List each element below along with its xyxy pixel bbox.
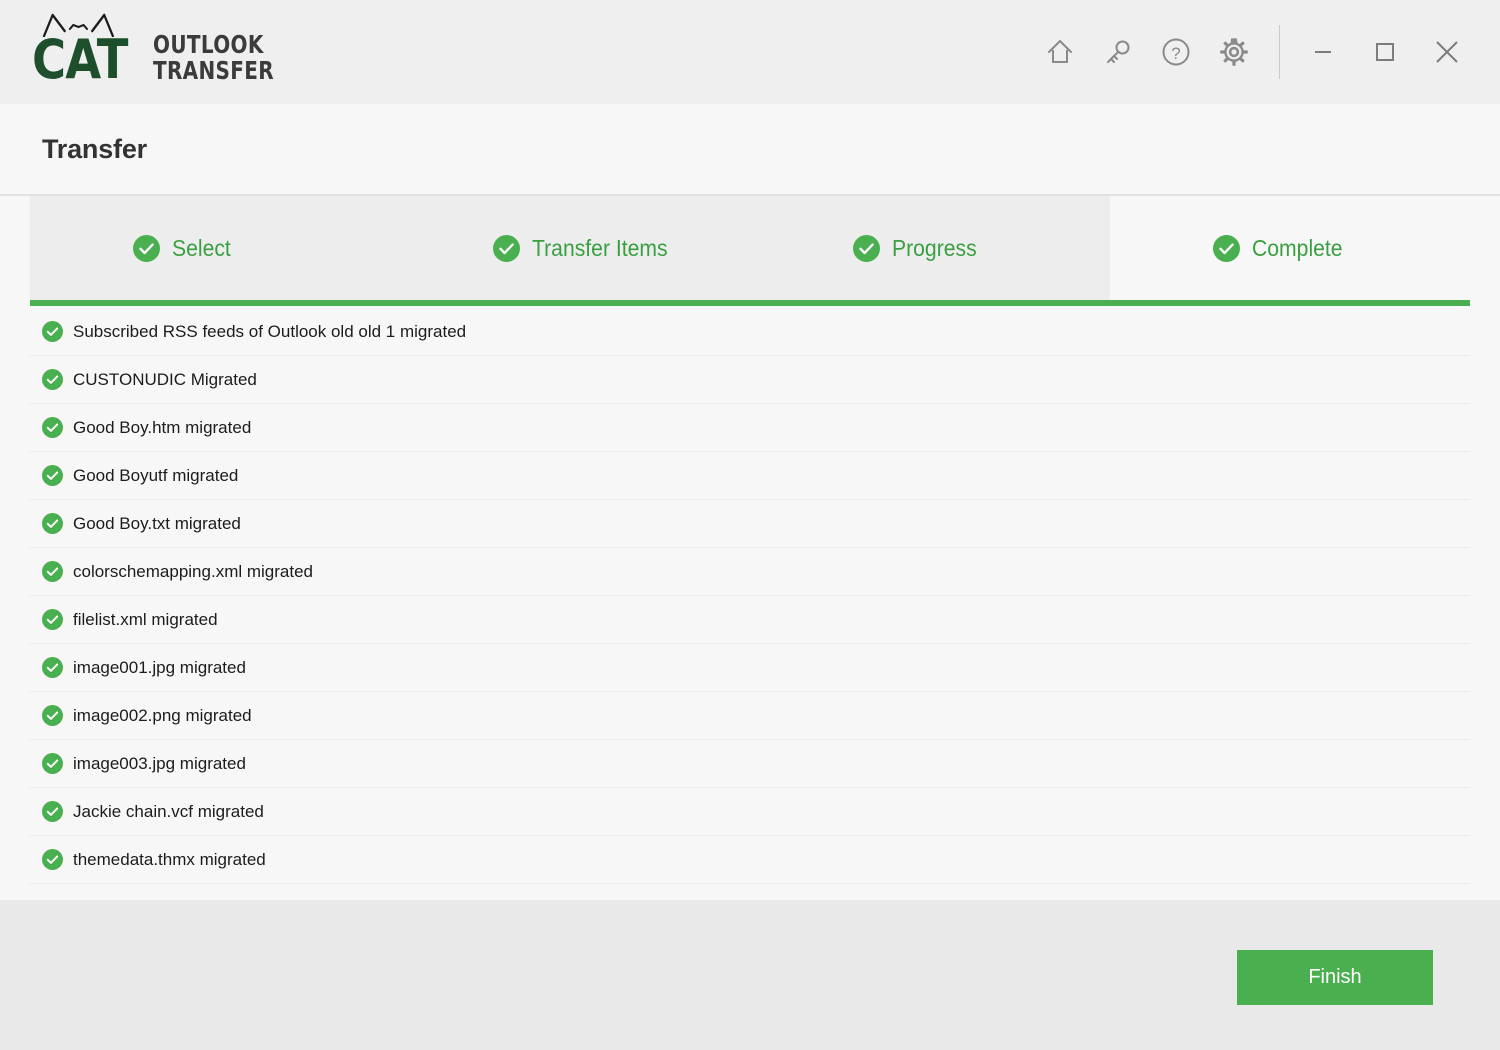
logo-cat-label: CAT (32, 28, 128, 91)
close-button[interactable] (1416, 23, 1478, 81)
step-progress[interactable]: Progress (750, 196, 1110, 300)
app-logo: CAT OUTLOOK TRANSFER (32, 13, 304, 87)
check-circle-icon (42, 417, 63, 438)
titlebar-actions: ? (1031, 0, 1500, 104)
list-item[interactable]: colorschemapping.xml migrated (30, 548, 1470, 596)
list-item-label: filelist.xml migrated (73, 609, 218, 629)
step-transfer-items[interactable]: Transfer Items (390, 196, 750, 300)
finish-button[interactable]: Finish (1237, 950, 1433, 1005)
check-circle-icon (42, 609, 63, 630)
list-item[interactable]: themedata.thmx migrated (30, 836, 1470, 884)
stepper-items: Select Transfer Items Progress Complete (30, 196, 1470, 300)
step-label: Complete (1252, 234, 1343, 261)
svg-text:?: ? (1171, 44, 1180, 63)
check-circle-icon (853, 234, 880, 262)
list-item-label: CUSTONUDIC Migrated (73, 369, 257, 389)
step-label: Transfer Items (532, 234, 668, 261)
list-item-label: colorschemapping.xml migrated (73, 561, 313, 581)
logo-line-transfer: TRANSFER (153, 56, 275, 85)
check-circle-icon (42, 849, 63, 870)
list-item-label: Good Boy.htm migrated (73, 417, 252, 437)
check-circle-icon (42, 561, 63, 582)
check-circle-icon (42, 801, 63, 822)
list-item[interactable]: Good Boy.htm migrated (30, 404, 1470, 452)
title-bar: CAT OUTLOOK TRANSFER ? (0, 0, 1500, 104)
list-item[interactable]: image003.jpg migrated (30, 740, 1470, 788)
minimize-button[interactable] (1292, 23, 1354, 81)
logo-line-outlook: OUTLOOK (153, 30, 264, 59)
maximize-button[interactable] (1354, 23, 1416, 81)
list-item[interactable]: filelist.xml migrated (30, 596, 1470, 644)
list-item-label: Jackie chain.vcf migrated (73, 801, 264, 821)
list-item[interactable]: Jackie chain.vcf migrated (30, 788, 1470, 836)
list-item-label: Good Boy.txt migrated (73, 513, 241, 533)
check-circle-icon (42, 705, 63, 726)
help-icon[interactable]: ? (1147, 23, 1205, 81)
list-item[interactable]: Subscribed RSS feeds of Outlook old old … (30, 308, 1470, 356)
list-item-label: Good Boyutf migrated (73, 465, 239, 485)
list-item-label: themedata.thmx migrated (73, 849, 266, 869)
key-icon[interactable] (1089, 23, 1147, 81)
titlebar-divider (1279, 25, 1280, 79)
page-title: Transfer (42, 133, 147, 164)
list-item-label: image001.jpg migrated (73, 657, 246, 677)
logo-wordmark: OUTLOOK TRANSFER (153, 32, 274, 87)
check-circle-icon (42, 753, 63, 774)
list-item-label: Subscribed RSS feeds of Outlook old old … (73, 321, 467, 341)
check-circle-icon (42, 465, 63, 486)
step-label: Progress (892, 234, 977, 261)
check-circle-icon (42, 657, 63, 678)
check-circle-icon (133, 234, 160, 262)
step-select[interactable]: Select (30, 196, 390, 300)
list-item[interactable]: CUSTONUDIC Migrated (30, 356, 1470, 404)
gear-icon[interactable] (1205, 23, 1263, 81)
step-label: Select (172, 234, 231, 261)
list-item-label: image003.jpg migrated (73, 753, 246, 773)
check-circle-icon (493, 234, 520, 262)
cat-ears-icon (42, 13, 114, 37)
logo-cat-text: CAT (32, 13, 128, 87)
stepper-progress-bar (30, 300, 1470, 306)
list-item-label: image002.png migrated (73, 705, 252, 725)
stepper: Select Transfer Items Progress Complete (0, 196, 1500, 308)
page-header: Transfer (0, 104, 1500, 196)
step-complete[interactable]: Complete (1110, 196, 1470, 300)
list-item[interactable]: Good Boy.txt migrated (30, 500, 1470, 548)
check-circle-icon (1213, 234, 1240, 262)
check-circle-icon (42, 369, 63, 390)
list-item[interactable]: image002.png migrated (30, 692, 1470, 740)
list-item[interactable]: Good Boyutf migrated (30, 452, 1470, 500)
home-icon[interactable] (1031, 23, 1089, 81)
check-circle-icon (42, 321, 63, 342)
check-circle-icon (42, 513, 63, 534)
list-item[interactable]: image001.jpg migrated (30, 644, 1470, 692)
